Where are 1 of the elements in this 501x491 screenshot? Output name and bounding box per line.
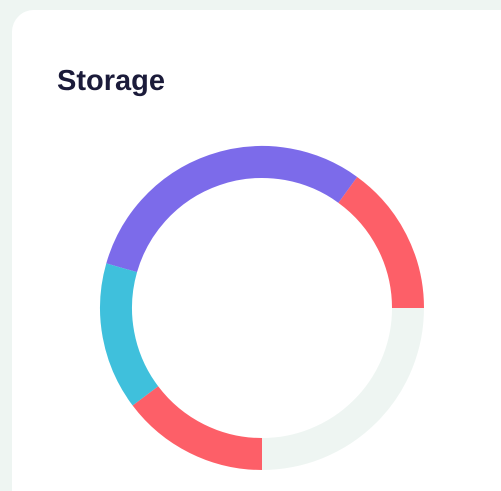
card-title: Storage — [57, 64, 165, 99]
